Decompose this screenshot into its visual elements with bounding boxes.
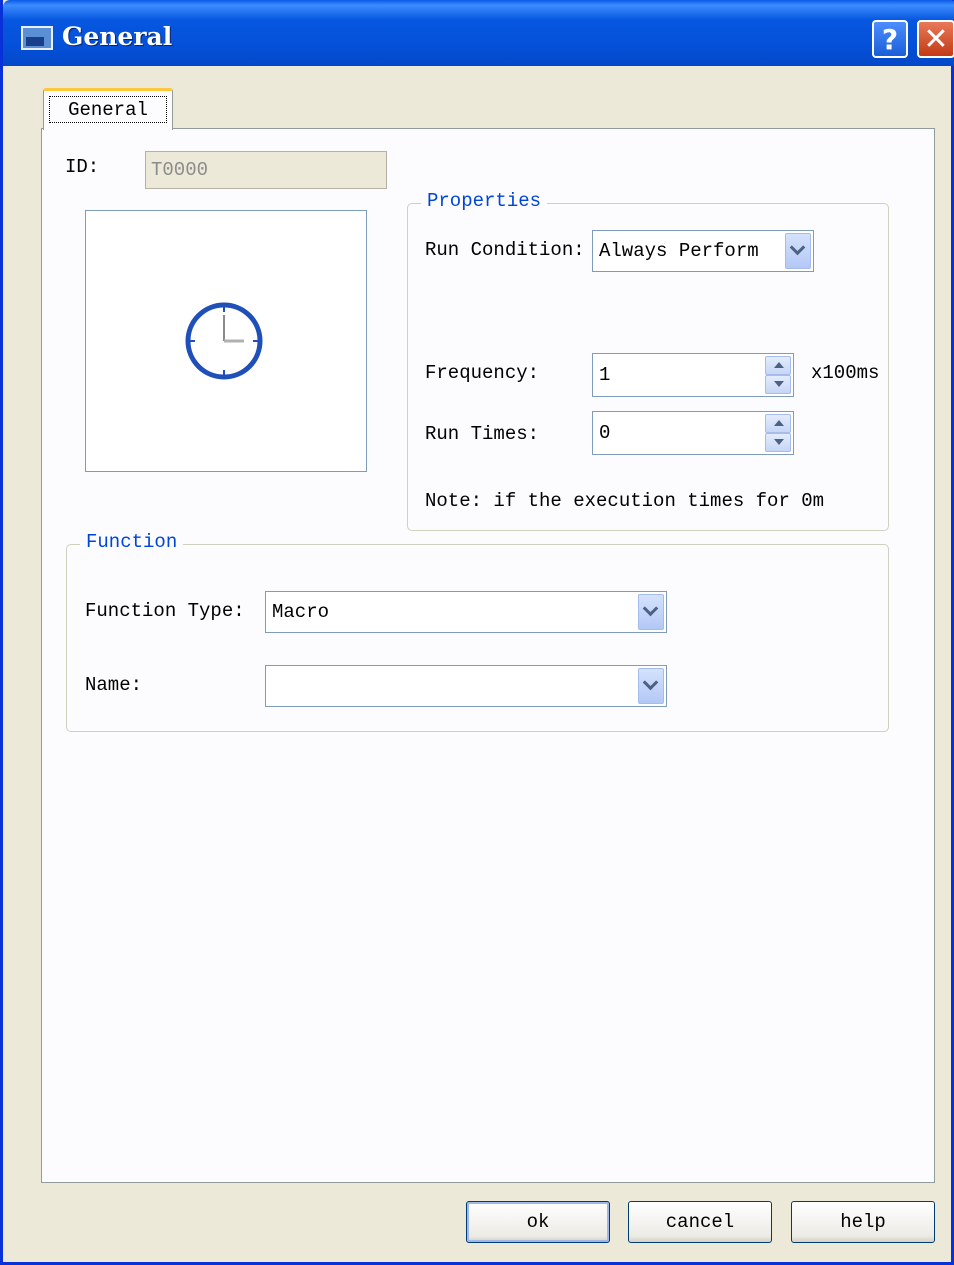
chevron-down-icon[interactable] (638, 668, 664, 704)
clock-icon (185, 302, 263, 380)
title-bar[interactable]: General ? ✕ (3, 0, 954, 66)
frequency-unit: x100ms (811, 362, 880, 384)
function-type-value: Macro (272, 601, 330, 623)
run-times-label: Run Times: (425, 423, 540, 445)
id-field: T0000 (145, 151, 387, 189)
frequency-spin-buttons (765, 356, 791, 394)
ok-button[interactable]: ok (466, 1201, 610, 1243)
help-button[interactable]: help (791, 1201, 935, 1243)
title-help-button[interactable]: ? (872, 20, 908, 58)
frequency-value: 1 (599, 364, 611, 386)
spin-up-icon[interactable] (765, 414, 791, 433)
name-label: Name: (85, 674, 143, 696)
function-type-label: Function Type: (85, 600, 245, 622)
properties-legend: Properties (421, 190, 548, 212)
spin-up-icon[interactable] (765, 356, 791, 375)
name-select[interactable] (265, 665, 667, 707)
question-icon: ? (881, 22, 899, 56)
spin-down-icon[interactable] (765, 433, 791, 452)
properties-note: Note: if the execution times for 0m (425, 490, 825, 512)
tab-general-label: General (49, 96, 167, 123)
dialog-window: General ? ✕ General ID: T0000 Properties (0, 0, 954, 1265)
chevron-down-icon[interactable] (785, 233, 811, 269)
run-times-value: 0 (599, 422, 611, 444)
run-condition-value: Always Perform (599, 240, 759, 262)
window-title: General (62, 22, 173, 51)
close-icon: ✕ (923, 21, 949, 57)
tab-general[interactable]: General (43, 88, 173, 130)
run-times-spin-buttons (765, 414, 791, 452)
title-close-button[interactable]: ✕ (917, 20, 954, 58)
function-legend: Function (80, 531, 184, 553)
run-condition-select[interactable]: Always Perform (592, 230, 814, 272)
id-label: ID: (65, 156, 100, 178)
spin-down-icon[interactable] (765, 375, 791, 394)
chevron-down-icon[interactable] (638, 594, 664, 630)
run-condition-label: Run Condition: (425, 239, 585, 261)
preview-box (85, 210, 367, 472)
frequency-spinner[interactable]: 1 (592, 353, 794, 397)
run-times-spinner[interactable]: 0 (592, 411, 794, 455)
window-icon (21, 26, 53, 50)
cancel-button[interactable]: cancel (628, 1201, 772, 1243)
frequency-label: Frequency: (425, 362, 540, 384)
function-type-select[interactable]: Macro (265, 591, 667, 633)
